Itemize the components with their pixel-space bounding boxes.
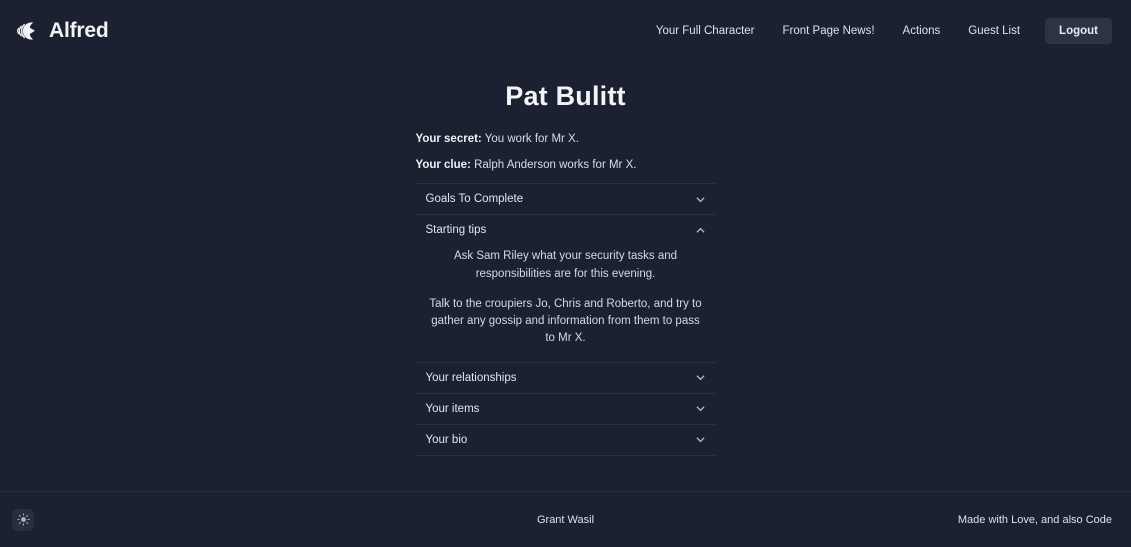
brand-logo[interactable]: Alfred — [16, 18, 109, 44]
page-title: Pat Bulitt — [505, 81, 626, 111]
chevron-down-icon — [695, 434, 706, 445]
alfred-logo-icon — [16, 18, 42, 44]
nav-your-full-character[interactable]: Your Full Character — [642, 19, 769, 43]
accordion-item-your-relationships: Your relationships — [415, 361, 716, 393]
accordion-header-starting-tips[interactable]: Starting tips — [416, 215, 716, 245]
secret-text: You work for Mr X. — [484, 133, 579, 145]
accordion-header-your-relationships[interactable]: Your relationships — [416, 363, 716, 393]
character-panel: Pat Bulitt Your secret: You work for Mr … — [415, 62, 716, 456]
clue-text: Ralph Anderson works for Mr X. — [474, 158, 637, 171]
theme-toggle-button[interactable] — [12, 508, 34, 531]
clue-line: Your clue: Ralph Anderson works for Mr X… — [416, 157, 716, 174]
accordion-item-starting-tips: Starting tips Ask Sam Riley what your se… — [415, 214, 716, 361]
accordion-title: Your items — [425, 402, 480, 415]
accordion-title: Starting tips — [425, 224, 487, 237]
character-accordion: Goals To Complete Starting tips Ask Sam … — [415, 183, 716, 456]
nav-actions[interactable]: Actions — [889, 19, 955, 43]
footer-credit: Grant Wasil — [536, 513, 595, 526]
sun-icon — [16, 513, 30, 526]
app-root: Alfred Your Full Character Front Page Ne… — [0, 0, 1131, 547]
chevron-down-icon — [695, 372, 706, 383]
accordion-header-your-items[interactable]: Your items — [416, 394, 716, 424]
accordion-item-your-items: Your items — [415, 392, 716, 424]
chevron-down-icon — [695, 403, 706, 414]
starting-tip: Talk to the croupiers Jo, Chris and Robe… — [429, 297, 702, 345]
accordion-header-your-bio[interactable]: Your bio — [416, 425, 716, 455]
nav-guest-list[interactable]: Guest List — [954, 19, 1034, 43]
chevron-down-icon — [695, 194, 706, 205]
nav-front-page-news[interactable]: Front Page News! — [769, 19, 889, 43]
accordion-item-your-bio: Your bio — [415, 423, 716, 456]
secret-line: Your secret: You work for Mr X. — [416, 131, 716, 148]
site-header: Alfred Your Full Character Front Page Ne… — [0, 0, 1131, 62]
accordion-title: Goals To Complete — [425, 193, 524, 206]
accordion-item-goals-to-complete: Goals To Complete — [415, 183, 716, 214]
secret-label: Your secret: — [415, 133, 482, 145]
accordion-title: Your bio — [425, 433, 468, 446]
site-footer: Grant Wasil Made with Love, and also Cod… — [0, 491, 1131, 547]
chevron-up-icon — [695, 225, 706, 236]
logout-button[interactable]: Logout — [1045, 18, 1112, 44]
brand-name: Alfred — [49, 19, 109, 42]
clue-label: Your clue: — [415, 158, 471, 171]
starting-tip: Ask Sam Riley what your security tasks a… — [453, 250, 678, 280]
main-navigation: Your Full Character Front Page News! Act… — [642, 18, 1112, 44]
main-content: Pat Bulitt Your secret: You work for Mr … — [0, 62, 1131, 491]
accordion-header-goals-to-complete[interactable]: Goals To Complete — [416, 184, 716, 214]
footer-made-with: Made with Love, and also Code — [957, 513, 1112, 526]
accordion-title: Your relationships — [425, 371, 517, 384]
accordion-body-starting-tips: Ask Sam Riley what your security tasks a… — [416, 245, 716, 361]
